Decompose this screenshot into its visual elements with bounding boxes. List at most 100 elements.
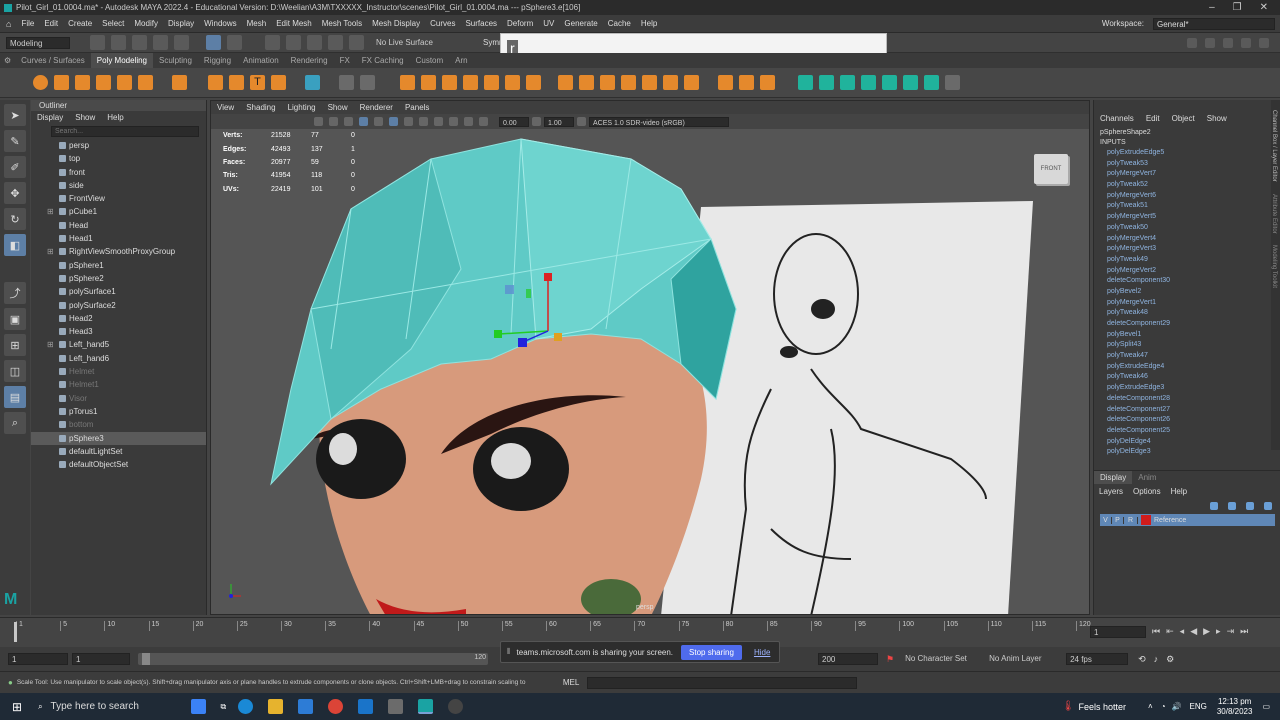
menu-deform[interactable]: Deform (507, 19, 533, 28)
select-tool-icon[interactable]: ➤ (4, 104, 26, 126)
range-start2-field[interactable]: 1 (72, 653, 130, 665)
outliner-item[interactable]: defaultLightSet (31, 445, 206, 458)
insert-edge-loop-icon[interactable] (718, 75, 733, 90)
rotate-tool-icon[interactable]: ↻ (4, 208, 26, 230)
last-tool-icon[interactable]: ⤴ (4, 282, 26, 304)
outliner-item[interactable]: polySurface2 (31, 299, 206, 312)
current-time-marker[interactable] (14, 622, 17, 642)
snap-curve-icon[interactable] (286, 35, 301, 50)
outliner-item[interactable]: pSphere2 (31, 272, 206, 285)
multi-cut-icon[interactable] (684, 75, 699, 90)
four-view-icon[interactable]: ⊞ (4, 334, 26, 356)
cb-input-node[interactable]: polyTweak50 (1094, 223, 1280, 234)
layer-row-reference[interactable]: V P R Reference (1100, 514, 1275, 526)
menu-display[interactable]: Display (168, 19, 194, 28)
outliner-item[interactable]: polySurface1 (31, 285, 206, 298)
quad-draw-icon[interactable] (760, 75, 775, 90)
vp-menu-show[interactable]: Show (328, 101, 348, 114)
file-explorer-icon[interactable] (268, 699, 284, 714)
auto-map-icon[interactable] (882, 75, 897, 90)
poke-icon[interactable] (642, 75, 657, 90)
textured-icon[interactable] (404, 117, 413, 126)
outliner-item[interactable]: side (31, 179, 206, 192)
cb-input-node[interactable]: polyTweak53 (1094, 159, 1280, 170)
menu-cache[interactable]: Cache (608, 19, 631, 28)
cb-input-node[interactable]: polyMergeVert7 (1094, 169, 1280, 180)
render-icon[interactable] (1187, 37, 1197, 48)
step-forward-key-icon[interactable]: ⇥ (1227, 626, 1235, 637)
isolate-icon[interactable] (464, 117, 473, 126)
image-plane-icon[interactable] (344, 117, 353, 126)
chrome-icon[interactable] (328, 699, 344, 714)
unfold-icon[interactable] (903, 75, 918, 90)
single-view-icon[interactable]: ▣ (4, 308, 26, 330)
expand-icon[interactable]: ⊞ (47, 205, 54, 218)
poly-torus-icon[interactable] (117, 75, 132, 90)
outliner-search-input[interactable] (51, 126, 199, 137)
sweep-mesh-icon[interactable] (229, 75, 244, 90)
combine-icon[interactable] (305, 75, 320, 90)
snap-point-icon[interactable] (307, 35, 322, 50)
cb-input-node[interactable]: polyDelEdge4 (1094, 437, 1280, 448)
shelf-tab-rigging[interactable]: Rigging (198, 53, 237, 68)
new-scene-icon[interactable] (90, 35, 105, 50)
cb-menu-edit[interactable]: Edit (1146, 114, 1160, 123)
boolean-icon[interactable] (360, 75, 375, 90)
search-highlight-icon[interactable] (190, 699, 206, 714)
new-layer-icon[interactable] (1246, 502, 1254, 510)
outliner-menu-show[interactable]: Show (75, 113, 95, 122)
outliner-item[interactable]: pTorus1 (31, 405, 206, 418)
ipr-render-icon[interactable] (1205, 37, 1215, 48)
outliner-item[interactable]: Helmet1 (31, 378, 206, 391)
cb-menu-object[interactable]: Object (1172, 114, 1195, 123)
side-tab-modeling-toolkit[interactable]: Modeling Toolkit (1271, 245, 1277, 288)
cb-input-node[interactable]: polyExtrudeEdge3 (1094, 383, 1280, 394)
share-grip-icon[interactable]: ⦀ (507, 647, 511, 657)
play-back-icon[interactable]: ◀ (1190, 626, 1197, 637)
live-surface-field[interactable]: No Live Surface (373, 36, 443, 49)
collapse-icon[interactable] (600, 75, 615, 90)
super-shape-icon[interactable] (208, 75, 223, 90)
extract-icon[interactable] (339, 75, 354, 90)
anim-layer-select[interactable]: No Anim Layer (986, 653, 1059, 665)
layer-tab-display[interactable]: Display (1094, 471, 1133, 484)
layer-visible-toggle[interactable]: V (1100, 516, 1112, 524)
mirror-icon[interactable] (442, 75, 457, 90)
merge-icon[interactable] (579, 75, 594, 90)
notifications-icon[interactable]: ▭ (1262, 702, 1270, 711)
store-icon[interactable] (298, 699, 314, 714)
wireframe-icon[interactable] (374, 117, 383, 126)
outliner-item[interactable]: Head1 (31, 232, 206, 245)
cb-input-node[interactable]: polyBevel2 (1094, 287, 1280, 298)
persp-graph-icon[interactable]: ▤ (4, 386, 26, 408)
cb-menu-channels[interactable]: Channels (1100, 114, 1134, 123)
menu-generate[interactable]: Generate (564, 19, 597, 28)
menu-edit[interactable]: Edit (44, 19, 58, 28)
zoom-view-icon[interactable]: ⌕ (4, 412, 26, 434)
target-weld-icon[interactable] (739, 75, 754, 90)
cb-input-node[interactable]: polyMergeVert5 (1094, 212, 1280, 223)
layer-color-swatch[interactable] (1141, 515, 1151, 525)
menu-help[interactable]: Help (641, 19, 657, 28)
menu-mesh-tools[interactable]: Mesh Tools (322, 19, 362, 28)
poly-sphere-icon[interactable] (33, 75, 48, 90)
svg-icon[interactable] (271, 75, 286, 90)
fps-select[interactable]: 24 fps (1066, 653, 1129, 665)
hide-share-bar-link[interactable]: Hide (754, 648, 770, 657)
redo-icon[interactable] (174, 35, 189, 50)
poly-type-icon[interactable]: T (250, 75, 265, 90)
current-frame-field[interactable]: 1 (1090, 626, 1146, 638)
shelf-gear-icon[interactable]: ⚙ (0, 53, 15, 68)
smooth-icon[interactable] (400, 75, 415, 90)
layer-reference-toggle[interactable]: R (1124, 516, 1138, 524)
shelf-tab-fx-caching[interactable]: FX Caching (356, 53, 410, 68)
menu-edit-mesh[interactable]: Edit Mesh (276, 19, 312, 28)
cut-uv-icon[interactable] (945, 75, 960, 90)
clock[interactable]: 12:13 pm 30/8/2023 (1217, 697, 1253, 717)
outliner-item[interactable]: defaultObjectSet (31, 458, 206, 471)
layer-tab-anim[interactable]: Anim (1132, 473, 1162, 482)
expand-icon[interactable]: ⊞ (47, 338, 54, 351)
new-layer-selected-icon[interactable] (1264, 502, 1272, 510)
exposure-field[interactable]: 0.00 (499, 116, 529, 127)
outliner-item[interactable]: persp (31, 139, 206, 152)
